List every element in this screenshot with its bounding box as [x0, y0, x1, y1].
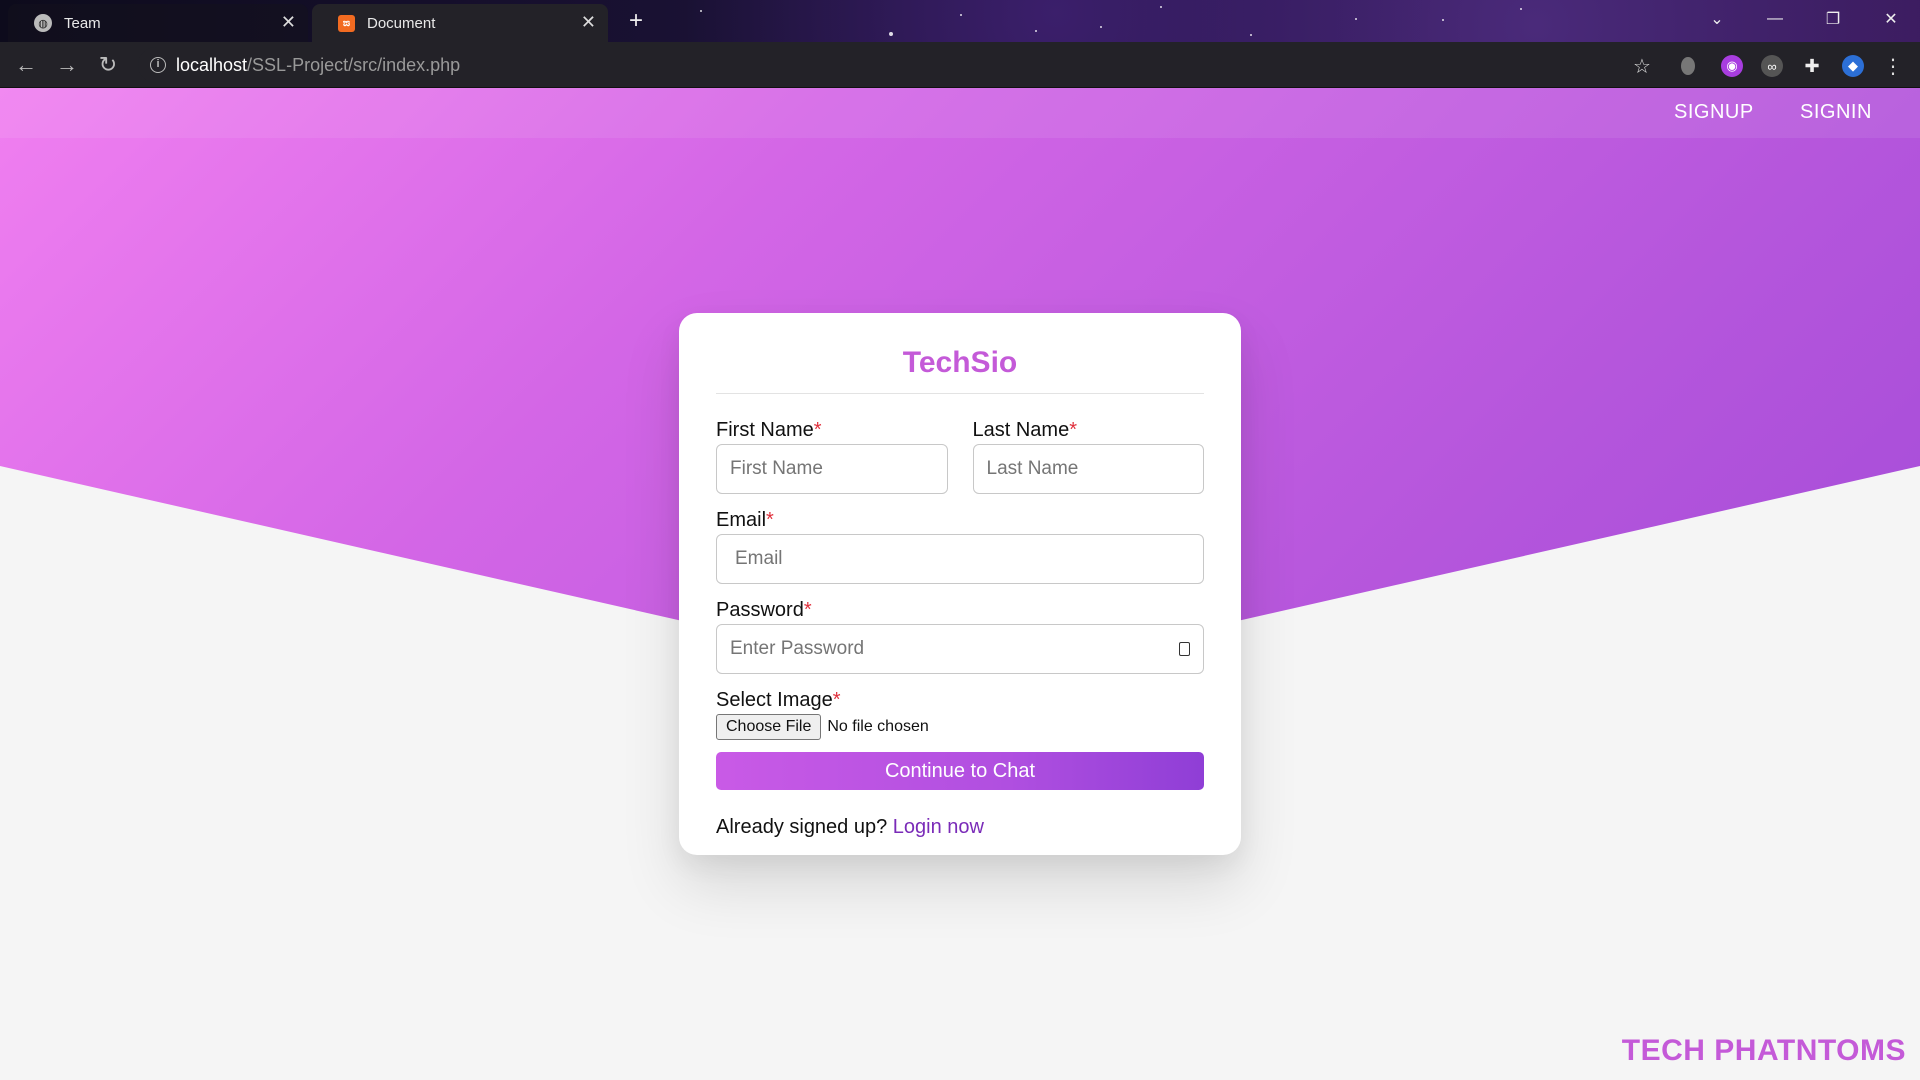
divider	[716, 393, 1204, 394]
close-tab-icon[interactable]: ✕	[281, 12, 296, 33]
forward-icon[interactable]: →	[53, 51, 81, 79]
select-image-label: Select Image*	[716, 689, 841, 711]
first-name-label: First Name*	[716, 419, 822, 441]
signup-link[interactable]: SIGNUP	[1674, 101, 1754, 124]
login-prompt: Already signed up? Login now	[716, 816, 1204, 839]
menu-icon[interactable]: ⋮	[1882, 55, 1904, 78]
signed-up-text: Already signed up?	[716, 816, 888, 838]
maximize-button[interactable]: ❐	[1804, 0, 1862, 38]
email-label: Email*	[716, 509, 774, 531]
continue-to-chat-button[interactable]: Continue to Chat	[716, 752, 1204, 790]
choose-file-button[interactable]: Choose File	[716, 714, 822, 740]
extension-icon[interactable]	[1681, 57, 1695, 75]
tab-title: Document	[367, 14, 436, 32]
window-controls: ⌄ — ❐ ✕	[1688, 0, 1920, 42]
brand-title: TechSio	[902, 346, 1018, 379]
minimize-button[interactable]: —	[1746, 0, 1804, 38]
new-tab-button[interactable]: +	[622, 8, 650, 36]
site-info-icon[interactable]: i	[150, 57, 166, 73]
extension-icon[interactable]: ◉	[1721, 55, 1743, 77]
password-input[interactable]: Enter Password	[716, 624, 1204, 674]
login-now-link[interactable]: Login now	[893, 816, 984, 838]
last-name-label: Last Name*	[972, 419, 1078, 441]
puzzle-icon[interactable]: ✚	[1801, 55, 1823, 77]
url-field[interactable]: i localhost/SSL-Project/src/index.php	[138, 47, 1698, 83]
profile-avatar-icon[interactable]: ◆	[1842, 55, 1864, 77]
back-icon[interactable]: ←	[12, 51, 40, 79]
extension-icon[interactable]: ∞	[1761, 55, 1783, 77]
top-navbar: SIGNUP SIGNIN	[0, 88, 1920, 138]
reload-icon[interactable]: ↻	[94, 51, 122, 79]
url-host: localhost	[176, 54, 248, 75]
page: SIGNUP SIGNIN TechSio First Name* First …	[0, 88, 1920, 1080]
email-input[interactable]: Email	[716, 534, 1204, 584]
password-label: Password*	[716, 599, 812, 621]
signup-card: TechSio First Name* First Name Last Name…	[679, 313, 1241, 855]
first-name-input[interactable]: First Name	[716, 444, 948, 494]
address-bar: ← → ↻ i localhost/SSL-Project/src/index.…	[0, 42, 1920, 88]
last-name-input[interactable]: Last Name	[972, 444, 1204, 494]
footer-brand: TECH PHATNTOMS	[1621, 1034, 1906, 1067]
close-tab-icon[interactable]: ✕	[581, 12, 596, 33]
tab-search-icon[interactable]: ⌄	[1688, 0, 1746, 38]
tab-document[interactable]: ಙ Document ✕	[312, 4, 608, 42]
close-window-button[interactable]: ✕	[1862, 0, 1920, 38]
signin-link[interactable]: SIGNIN	[1800, 101, 1872, 124]
xampp-icon: ಙ	[338, 14, 355, 32]
tab-team[interactable]: ◍ Team ✕	[8, 4, 308, 42]
tab-strip: ◍ Team ✕ ಙ Document ✕ + ⌄ — ❐ ✕	[0, 0, 1920, 42]
bookmark-star-icon[interactable]: ☆	[1631, 55, 1653, 78]
url-path: /SSL-Project/src/index.php	[247, 54, 461, 75]
show-password-icon[interactable]	[1179, 642, 1190, 656]
file-status: No file chosen	[827, 718, 929, 735]
browser-chrome: ◍ Team ✕ ಙ Document ✕ + ⌄ — ❐ ✕ ← → ↻ i …	[0, 0, 1920, 88]
globe-icon: ◍	[34, 14, 52, 32]
password-placeholder: Enter Password	[730, 638, 865, 659]
tab-title: Team	[64, 14, 101, 32]
